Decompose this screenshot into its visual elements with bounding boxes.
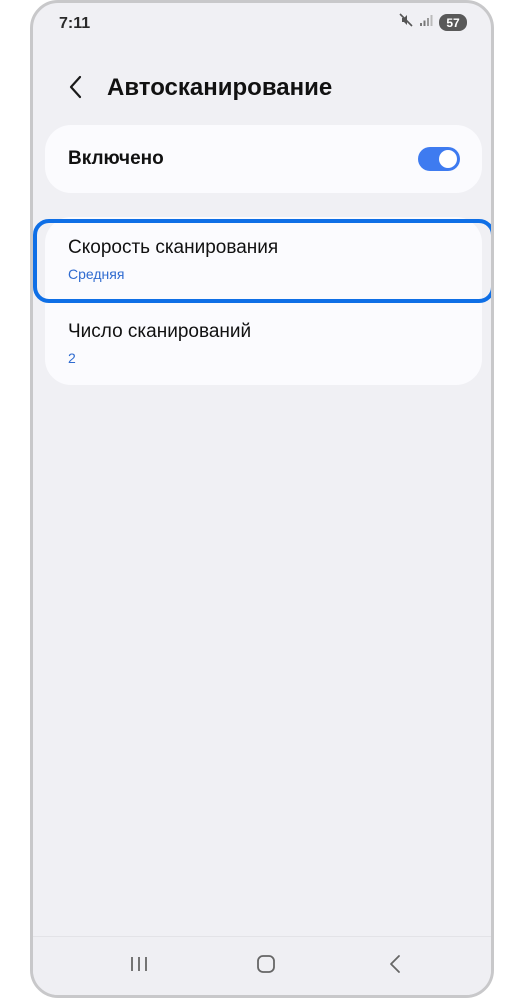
chevron-left-icon [68, 75, 84, 104]
signal-icon [419, 13, 433, 32]
nav-back-button[interactable] [380, 951, 410, 981]
navigation-bar [33, 936, 491, 995]
mute-icon [399, 13, 413, 32]
recent-apps-icon [128, 955, 150, 978]
scan-count-item[interactable]: Число сканирований 2 [45, 301, 482, 385]
header: Автосканирование [33, 65, 491, 113]
home-icon [255, 953, 277, 980]
status-icons: 57 [399, 13, 467, 32]
status-time: 7:11 [59, 15, 91, 32]
phone-screen: 7:11 57 Автосканирование Включено Скорос… [30, 0, 494, 998]
recent-apps-button[interactable] [124, 951, 154, 981]
back-button[interactable] [61, 71, 91, 107]
settings-list-card: Скорость сканирования Средняя Число скан… [45, 217, 482, 385]
scan-speed-title: Скорость сканирования [68, 237, 279, 258]
enabled-toggle-card[interactable]: Включено [45, 125, 482, 193]
scan-speed-item[interactable]: Скорость сканирования Средняя [45, 217, 482, 301]
battery-icon: 57 [439, 14, 467, 31]
scan-count-title: Число сканирований [68, 321, 252, 342]
back-icon [388, 953, 402, 980]
switch-knob [439, 150, 457, 168]
status-bar: 7:11 57 [33, 3, 491, 43]
scan-speed-value: Средняя [68, 266, 125, 282]
enabled-toggle-label: Включено [68, 148, 164, 169]
home-button[interactable] [251, 951, 281, 981]
page-title: Автосканирование [107, 74, 333, 101]
scan-count-value: 2 [68, 350, 76, 366]
enabled-switch[interactable] [418, 147, 460, 171]
